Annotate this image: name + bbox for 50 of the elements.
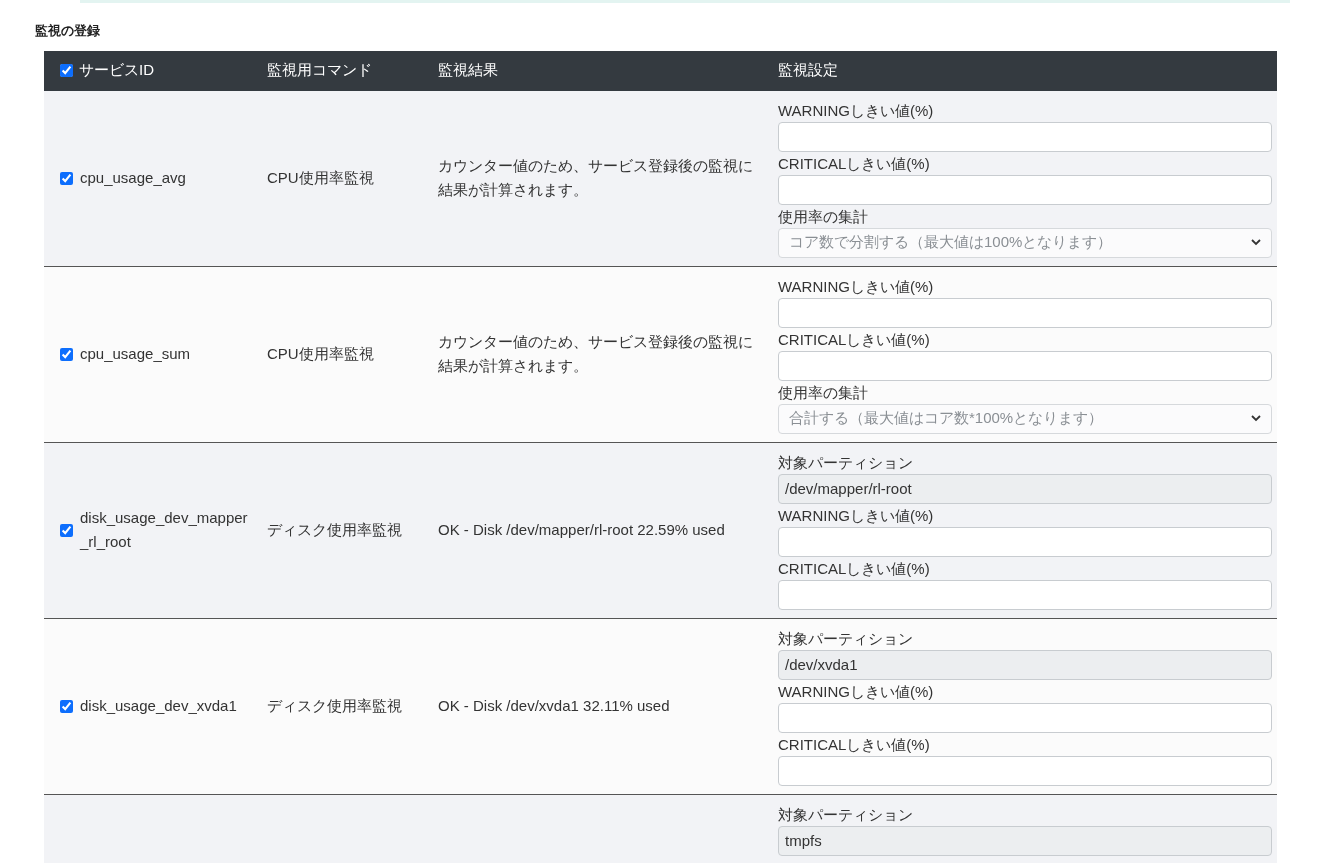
field-label: 使用率の集計 bbox=[778, 206, 869, 227]
select-all-checkbox[interactable] bbox=[60, 64, 73, 77]
aggregation-select[interactable]: 合計する（最大値はコア数*100%となります） bbox=[778, 403, 1272, 434]
row-checkbox[interactable] bbox=[60, 347, 73, 361]
chevron-down-icon bbox=[1251, 415, 1261, 422]
result-cell: OK - Disk /dev/mapper/rl-root 22.59% used bbox=[438, 521, 725, 538]
column-header: 監視結果 bbox=[438, 61, 498, 79]
field-label: CRITICALしきい値(%) bbox=[778, 734, 931, 755]
field-label: CRITICALしきい値(%) bbox=[778, 558, 931, 579]
row-checkbox[interactable] bbox=[60, 171, 73, 185]
aggregation-select[interactable]: コア数で分割する（最大値は100%となります） bbox=[778, 227, 1272, 258]
field-label: 対象パーティション bbox=[778, 804, 914, 825]
column-header: 監視設定 bbox=[778, 61, 838, 79]
threshold-input[interactable] bbox=[778, 579, 1272, 610]
field-label: WARNINGしきい値(%) bbox=[778, 100, 935, 121]
result-cell: OK - Disk /dev/xvda1 32.11% used bbox=[438, 697, 670, 714]
threshold-input[interactable] bbox=[778, 297, 1272, 328]
field-label: 対象パーティション bbox=[778, 452, 914, 473]
threshold-input[interactable] bbox=[778, 755, 1272, 786]
field-label: 対象パーティション bbox=[778, 628, 914, 649]
field-label: WARNINGしきい値(%) bbox=[778, 276, 935, 297]
threshold-input[interactable] bbox=[778, 174, 1272, 205]
field-label: WARNINGしきい値(%) bbox=[778, 505, 935, 526]
threshold-input[interactable] bbox=[778, 702, 1272, 733]
command-cell: CPU使用率監視 bbox=[267, 168, 374, 186]
result-cell: カウンター値のため、サービス登録後の監視に結果が計算されます。 bbox=[438, 157, 753, 198]
column-header: 監視用コマンド bbox=[267, 61, 372, 79]
partition-field: /dev/xvda1 bbox=[778, 649, 1272, 680]
service-id: cpu_usage_avg bbox=[80, 168, 186, 188]
result-cell: カウンター値のため、サービス登録後の監視に結果が計算されます。 bbox=[438, 333, 753, 374]
threshold-input[interactable] bbox=[778, 121, 1272, 152]
service-id: disk_usage_dev_xvda1 bbox=[80, 696, 237, 716]
row-checkbox[interactable] bbox=[60, 523, 73, 537]
row-checkbox[interactable] bbox=[60, 699, 73, 713]
command-cell: ディスク使用率監視 bbox=[267, 696, 402, 714]
section-title: 監視の登録 bbox=[35, 22, 100, 40]
partition-field: /dev/mapper/rl-root bbox=[778, 473, 1272, 504]
partition-field: tmpfs bbox=[778, 825, 1272, 856]
command-cell: ディスク使用率監視 bbox=[267, 520, 402, 538]
column-header: サービスID bbox=[79, 60, 154, 81]
field-label: 使用率の集計 bbox=[778, 382, 869, 403]
threshold-input[interactable] bbox=[778, 350, 1272, 381]
chevron-down-icon bbox=[1251, 239, 1261, 246]
field-label: CRITICALしきい値(%) bbox=[778, 153, 931, 174]
field-label: WARNINGしきい値(%) bbox=[778, 681, 935, 702]
field-label: CRITICALしきい値(%) bbox=[778, 329, 931, 350]
threshold-input[interactable] bbox=[778, 526, 1272, 557]
service-id: cpu_usage_sum bbox=[80, 344, 191, 364]
service-id: disk_usage_dev_mapper_rl_root bbox=[80, 508, 249, 552]
command-cell: CPU使用率監視 bbox=[267, 344, 374, 362]
